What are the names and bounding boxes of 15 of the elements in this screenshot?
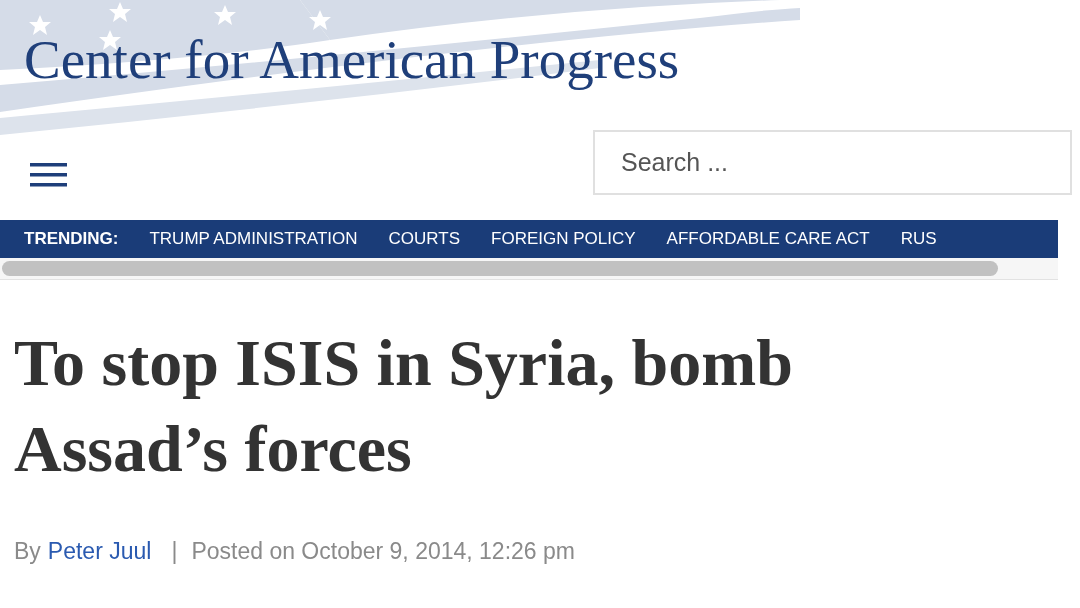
byline-prefix: By [14,537,41,566]
menu-icon[interactable] [30,163,67,187]
article-headline: To stop ISIS in Syria, bomb Assad’s forces [13,325,794,487]
author-link[interactable]: Peter Juul [47,534,152,569]
scrollbar-thumb[interactable] [2,261,998,276]
trending-label: TRENDING: [24,228,119,251]
site-logo[interactable]: Center for American Progress [24,29,680,90]
post-date: Posted on October 9, 2014, 12:26 pm [191,537,575,566]
trending-link[interactable]: COURTS [388,226,461,252]
byline-separator: | [171,537,178,566]
trending-link[interactable]: FOREIGN POLICY [491,226,636,252]
trending-link[interactable]: TRUMP ADMINISTRATION [149,226,358,252]
trending-link[interactable]: AFFORDABLE CARE ACT [666,226,870,252]
trending-link[interactable]: RUS [900,226,937,252]
search-field[interactable]: Search ... [593,130,1072,195]
